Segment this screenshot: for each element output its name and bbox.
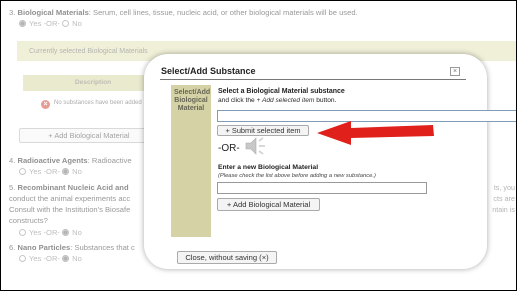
instr-italic: + Add selected item xyxy=(256,97,315,104)
close-without-saving-button[interactable]: Close, without saving (×) xyxy=(177,251,277,264)
tab-label: Select/Add Biological Material xyxy=(174,89,211,112)
close-icon[interactable]: × xyxy=(450,67,460,76)
title-divider xyxy=(160,79,466,80)
enter-new-material-note: (Please check the list above before addi… xyxy=(218,173,376,179)
or-label: -OR- xyxy=(218,143,240,154)
tab-select-add[interactable]: Select/Add Biological Material xyxy=(171,85,211,237)
new-material-input[interactable] xyxy=(217,182,427,194)
instr-prefix: and click the xyxy=(218,97,255,104)
select-add-substance-dialog: Select/Add Substance × Select/Add Biolog… xyxy=(144,54,516,269)
add-biological-material-button[interactable]: + Add Biological Material xyxy=(217,198,320,211)
enter-new-material-heading: Enter a new Biological Material xyxy=(218,164,319,171)
page-frame: 3. Biological Materials: Serum, cell lin… xyxy=(0,0,517,291)
dialog-title: Select/Add Substance xyxy=(161,66,256,76)
instr-suffix: button. xyxy=(316,97,337,104)
select-substance-instructions: and click the + Add selected item button… xyxy=(218,97,336,104)
select-substance-heading: Select a Biological Material substance xyxy=(218,88,345,95)
substance-search-input[interactable] xyxy=(217,110,516,122)
speaker-icon xyxy=(245,137,265,155)
